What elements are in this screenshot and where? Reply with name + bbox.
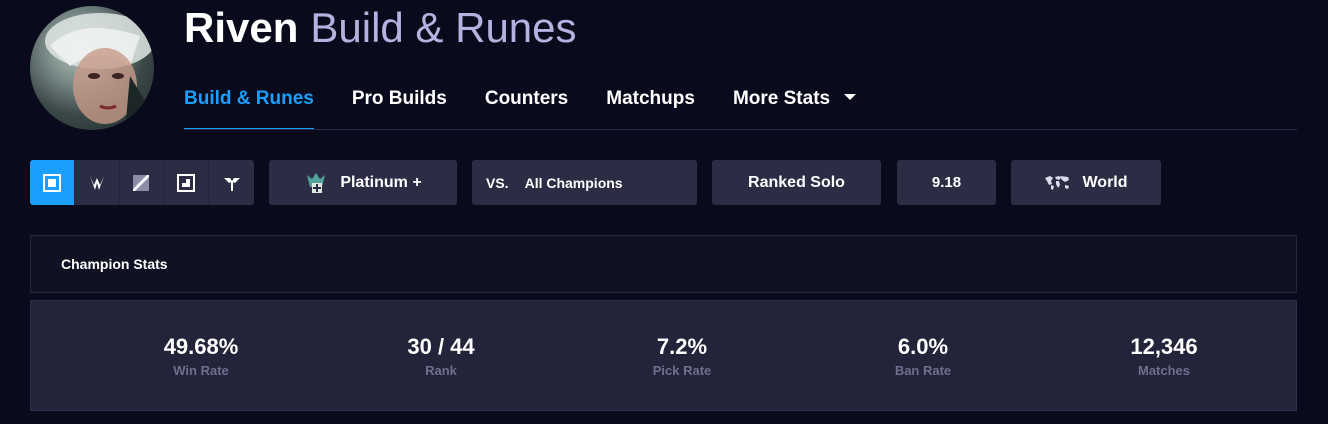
stat-value: 6.0% [897, 334, 949, 359]
vs-champion-filter[interactable]: VS. All Champions [472, 160, 697, 205]
vs-champion-label: All Champions [524, 174, 623, 191]
stat-label: Pick Rate [652, 363, 712, 378]
stat-matches: 12,346 Matches [1064, 333, 1264, 378]
stat-pick-rate: 7.2% Pick Rate [582, 333, 782, 378]
stat-label: Rank [425, 363, 457, 378]
stat-rank: 30 / 44 Rank [341, 333, 541, 378]
page-title: Riven Build & Runes [184, 4, 577, 52]
support-icon [223, 177, 240, 191]
title-suffix: Build & Runes [310, 4, 577, 51]
bot-lane-icon [177, 173, 196, 192]
vs-prefix: VS. [486, 174, 509, 191]
region-filter-label: World [1082, 173, 1128, 191]
queue-filter-label: Ranked Solo [748, 173, 845, 191]
mid-lane-icon [133, 174, 150, 191]
tab-pro-builds[interactable]: Pro Builds [352, 74, 447, 130]
champion-stats-title: Champion Stats [61, 256, 168, 272]
stat-value: 7.2% [656, 334, 708, 359]
stat-label: Ban Rate [894, 363, 952, 378]
champion-stats-header: Champion Stats [30, 235, 1297, 293]
tab-build-runes[interactable]: Build & Runes [184, 74, 314, 130]
champion-name: Riven [184, 4, 299, 51]
rank-filter-label: Platinum + [340, 173, 422, 191]
chevron-down-icon [844, 93, 857, 100]
role-support-button[interactable] [209, 160, 254, 205]
stat-value: 12,346 [1130, 334, 1198, 359]
role-bot-button[interactable] [164, 160, 210, 205]
role-mid-button[interactable] [120, 160, 165, 205]
patch-filter-label: 9.18 [931, 174, 962, 191]
queue-filter[interactable]: Ranked Solo [712, 160, 881, 205]
stat-value: 49.68% [163, 334, 239, 359]
stat-win-rate: 49.68% Win Rate [101, 333, 301, 378]
nav-divider [184, 129, 1297, 130]
top-lane-icon [42, 173, 61, 192]
stat-label: Win Rate [173, 363, 229, 378]
stat-label: Matches [1137, 363, 1191, 378]
stat-ban-rate: 6.0% Ban Rate [823, 333, 1023, 378]
world-map-icon [1044, 175, 1070, 191]
tab-counters[interactable]: Counters [485, 74, 568, 130]
role-selector [30, 160, 254, 205]
champion-stats-panel: 49.68% Win Rate 30 / 44 Rank 7.2% Pick R… [30, 300, 1297, 411]
platinum-rank-icon [304, 171, 328, 195]
jungle-icon [89, 175, 104, 190]
champion-avatar [30, 6, 154, 130]
region-filter[interactable]: World [1011, 160, 1161, 205]
role-top-button[interactable] [30, 160, 75, 205]
stat-value: 30 / 44 [407, 334, 475, 359]
tab-more-stats-label: More Stats [732, 88, 831, 109]
tab-matchups[interactable]: Matchups [606, 74, 695, 130]
rank-filter[interactable]: Platinum + [269, 160, 457, 205]
role-jungle-button[interactable] [75, 160, 120, 205]
tab-more-stats[interactable]: More Stats [732, 74, 857, 130]
nav-tabs: Build & Runes Pro Builds Counters Matchu… [184, 74, 894, 130]
page: Riven Build & Runes Build & Runes Pro Bui… [0, 0, 1328, 424]
patch-filter[interactable]: 9.18 [897, 160, 996, 205]
